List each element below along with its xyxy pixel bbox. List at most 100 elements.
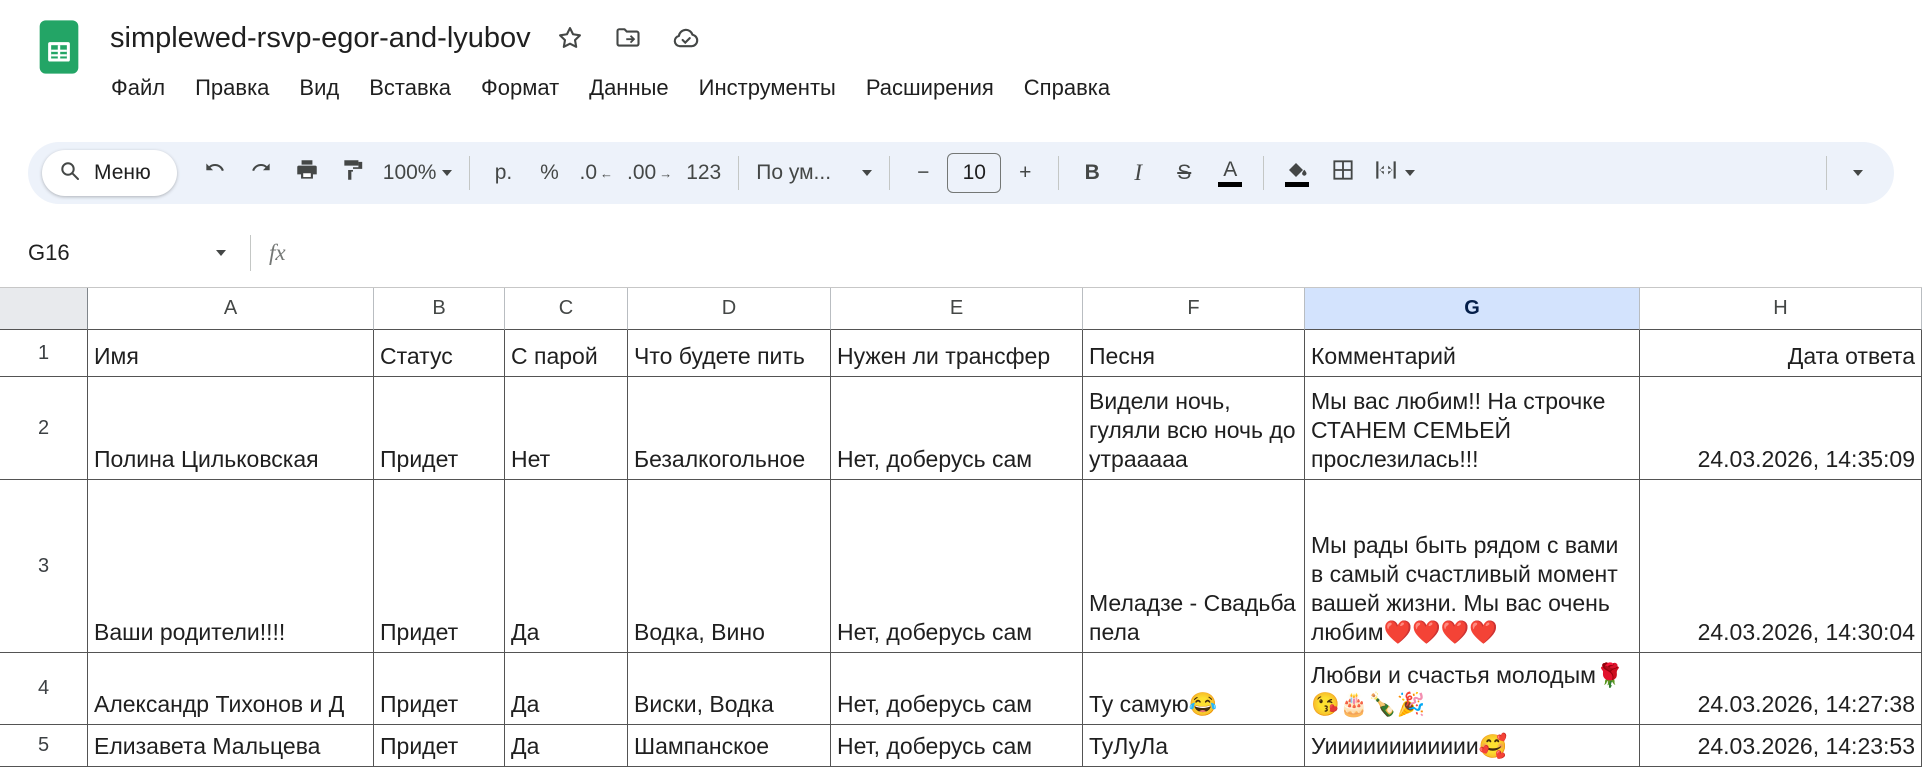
toolbar-more-button[interactable] (1836, 151, 1880, 195)
column-header-G[interactable]: G (1305, 288, 1640, 330)
strikethrough-button[interactable]: S (1162, 151, 1206, 195)
cell-B3[interactable]: Придет (374, 480, 505, 653)
column-header-B[interactable]: B (374, 288, 505, 330)
bold-button[interactable]: B (1070, 151, 1114, 195)
menu-view[interactable]: Вид (284, 68, 354, 108)
cell-G2[interactable]: Мы вас любим!! На строчке СТАНЕМ СЕМЬЕЙ … (1305, 377, 1640, 480)
borders-button[interactable] (1321, 151, 1365, 195)
row-header-1[interactable]: 1 (0, 330, 88, 377)
spreadsheet-grid: A B C D E F G H 1 Имя Статус С парой Что будете пить… (0, 288, 1922, 767)
menu-bar: Файл Правка Вид Вставка Формат Данные Инструме… (96, 68, 1125, 108)
text-color-button[interactable]: A (1208, 151, 1252, 195)
italic-button[interactable]: I (1116, 151, 1160, 195)
row-header-2[interactable]: 2 (0, 377, 88, 480)
menu-extensions[interactable]: Расширения (851, 68, 1009, 108)
row-header-5[interactable]: 5 (0, 725, 88, 767)
fill-color-button[interactable] (1275, 151, 1319, 195)
column-header-D[interactable]: D (628, 288, 831, 330)
cell-B1[interactable]: Статус (374, 330, 505, 377)
star-icon[interactable] (551, 19, 589, 57)
cell-D3[interactable]: Водка, Вино (628, 480, 831, 653)
font-select[interactable]: По ум... (750, 151, 878, 195)
cell-C2[interactable]: Нет (505, 377, 628, 480)
menu-insert[interactable]: Вставка (354, 68, 466, 108)
cell-B2[interactable]: Придет (374, 377, 505, 480)
cell-H1[interactable]: Дата ответа (1640, 330, 1922, 377)
cell-G4[interactable]: Любви и счастья молодым🌹😘🎂🍾🎉 (1305, 653, 1640, 725)
sheets-logo[interactable] (30, 18, 88, 81)
redo-button[interactable] (239, 151, 283, 195)
cell-F2[interactable]: Видели ночь, гуляли всю ночь до утрааааа (1083, 377, 1305, 480)
undo-button[interactable] (193, 151, 237, 195)
cell-F5[interactable]: ТуЛуЛа (1083, 725, 1305, 767)
cell-E5[interactable]: Нет, доберусь сам (831, 725, 1083, 767)
menu-data[interactable]: Данные (574, 68, 683, 108)
cell-C1[interactable]: С парой (505, 330, 628, 377)
column-header-E[interactable]: E (831, 288, 1083, 330)
cell-C5[interactable]: Да (505, 725, 628, 767)
font-size-input[interactable]: 10 (947, 153, 1002, 193)
cell-G3[interactable]: Мы рады быть рядом с вами в самый счастл… (1305, 480, 1640, 653)
cell-B5[interactable]: Придет (374, 725, 505, 767)
cell-B4[interactable]: Придет (374, 653, 505, 725)
row-header-3[interactable]: 3 (0, 480, 88, 653)
cell-C3[interactable]: Да (505, 480, 628, 653)
menu-format[interactable]: Формат (466, 68, 574, 108)
cell-G1[interactable]: Комментарий (1305, 330, 1640, 377)
cell-G5[interactable]: Уииииииииииии🥰 (1305, 725, 1640, 767)
cell-D2[interactable]: Безалкогольное (628, 377, 831, 480)
cell-H3[interactable]: 24.03.2026, 14:30:04 (1640, 480, 1922, 653)
cell-A3[interactable]: Ваши родители!!!! (88, 480, 374, 653)
cell-E1[interactable]: Нужен ли трансфер (831, 330, 1083, 377)
cell-E2[interactable]: Нет, доберусь сам (831, 377, 1083, 480)
zoom-select[interactable]: 100% (377, 151, 459, 195)
format-currency-button[interactable]: р. (481, 151, 525, 195)
chevron-down-icon (862, 170, 873, 176)
menu-file[interactable]: Файл (96, 68, 180, 108)
cell-A2[interactable]: Полина Цильковская (88, 377, 374, 480)
move-to-folder-icon[interactable] (609, 19, 647, 57)
menu-edit[interactable]: Правка (180, 68, 284, 108)
document-title[interactable]: simplewed-rsvp-egor-and-lyubov (110, 22, 531, 55)
cell-H4[interactable]: 24.03.2026, 14:27:38 (1640, 653, 1922, 725)
name-box[interactable]: G16 (28, 240, 242, 266)
select-all-corner[interactable] (0, 288, 88, 330)
print-button[interactable] (285, 151, 329, 195)
cell-D4[interactable]: Виски, Водка (628, 653, 831, 725)
increase-font-size-button[interactable]: + (1003, 151, 1047, 195)
cell-F1[interactable]: Песня (1083, 330, 1305, 377)
print-icon (294, 157, 320, 189)
italic-label: I (1134, 160, 1143, 185)
more-formats-button[interactable]: 123 (680, 151, 727, 195)
column-header-F[interactable]: F (1083, 288, 1305, 330)
cell-C4[interactable]: Да (505, 653, 628, 725)
cell-D5[interactable]: Шампанское (628, 725, 831, 767)
menu-search-button[interactable]: Меню (42, 150, 177, 196)
cell-D1[interactable]: Что будете пить (628, 330, 831, 377)
cell-F3[interactable]: Меладзе - Свадьба пела (1083, 480, 1305, 653)
app-header: simplewed-rsvp-egor-and-lyubov Файл Правк… (0, 0, 1922, 128)
toolbar: Меню 100% р. % .0 ← .00 → 123 По ум... −… (28, 142, 1894, 204)
cell-E3[interactable]: Нет, доберусь сам (831, 480, 1083, 653)
merge-cells-button[interactable] (1367, 151, 1421, 195)
decrease-decimals-button[interactable]: .0 ← (573, 151, 619, 195)
paint-format-button[interactable] (331, 151, 375, 195)
menu-tools[interactable]: Инструменты (684, 68, 851, 108)
cell-A5[interactable]: Елизавета Мальцева (88, 725, 374, 767)
column-header-H[interactable]: H (1640, 288, 1922, 330)
cell-E4[interactable]: Нет, доберусь сам (831, 653, 1083, 725)
cell-A4[interactable]: Александр Тихонов и Д (88, 653, 374, 725)
menu-help[interactable]: Справка (1009, 68, 1125, 108)
column-header-A[interactable]: A (88, 288, 374, 330)
cloud-saved-icon[interactable] (667, 19, 705, 57)
column-header-C[interactable]: C (505, 288, 628, 330)
decrease-font-size-button[interactable]: − (901, 151, 945, 195)
cell-H2[interactable]: 24.03.2026, 14:35:09 (1640, 377, 1922, 480)
cell-H5[interactable]: 24.03.2026, 14:23:53 (1640, 725, 1922, 767)
format-percent-button[interactable]: % (527, 151, 571, 195)
fill-color-icon (1285, 160, 1310, 187)
cell-A1[interactable]: Имя (88, 330, 374, 377)
cell-F4[interactable]: Ту самую😂 (1083, 653, 1305, 725)
increase-decimals-button[interactable]: .00 → (621, 151, 678, 195)
row-header-4[interactable]: 4 (0, 653, 88, 725)
